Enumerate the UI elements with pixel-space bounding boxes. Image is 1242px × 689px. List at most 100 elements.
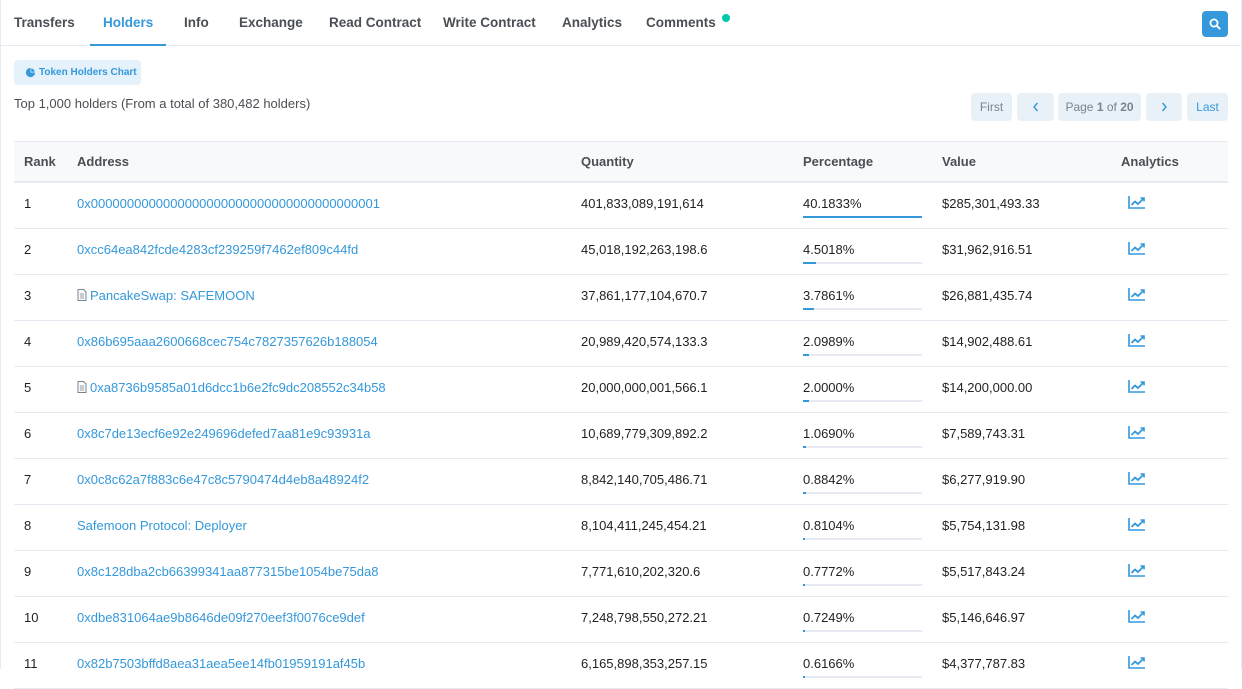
quantity-cell: 45,018,192,263,198.6 bbox=[581, 242, 708, 257]
address-link[interactable]: 0x86b695aaa2600668cec754c7827357626b1880… bbox=[77, 321, 378, 367]
address-link[interactable]: 0x8c128dba2cb66399341aa877315be1054be75d… bbox=[77, 551, 378, 597]
percentage-bar bbox=[803, 446, 922, 448]
tab-holders[interactable]: Holders bbox=[103, 0, 153, 46]
percentage-cell: 1.0690% bbox=[803, 426, 855, 441]
value-cell: $285,301,493.33 bbox=[942, 196, 1040, 211]
search-icon bbox=[1209, 18, 1221, 30]
percentage-bar-fill bbox=[803, 538, 805, 540]
trend-chart-icon[interactable] bbox=[1128, 333, 1146, 347]
trend-chart-icon[interactable] bbox=[1128, 195, 1146, 209]
trend-chart-icon[interactable] bbox=[1128, 241, 1146, 255]
percentage-cell: 40.1833% bbox=[803, 196, 862, 211]
header-rank[interactable]: Rank bbox=[24, 142, 56, 182]
pagination-next[interactable] bbox=[1146, 93, 1182, 121]
percentage-cell: 0.8104% bbox=[803, 518, 855, 533]
address-link[interactable]: 0x82b7503bffd8aea31aea5ee14fb01959191af4… bbox=[77, 643, 365, 689]
address-link[interactable]: Safemoon Protocol: Deployer bbox=[77, 505, 247, 551]
tab-info[interactable]: Info bbox=[184, 0, 209, 46]
pagination-prev[interactable] bbox=[1017, 93, 1054, 121]
address-link[interactable]: 0x00000000000000000000000000000000000000… bbox=[77, 183, 380, 229]
percentage-cell: 0.8842% bbox=[803, 472, 855, 487]
page-frame: Transfers Holders Info Exchange Read Con… bbox=[0, 0, 1242, 689]
rank-cell: 1 bbox=[24, 196, 32, 211]
percentage-bar bbox=[803, 354, 922, 356]
address-text: 0x00000000000000000000000000000000000000… bbox=[77, 196, 380, 211]
quantity-cell: 401,833,089,191,614 bbox=[581, 196, 704, 211]
token-holders-chart-button[interactable]: Token Holders Chart bbox=[14, 60, 141, 85]
table-row: 5 0xa8736b9585a01d6dcc1b6e2fc9dc208552c34… bbox=[14, 367, 1228, 413]
address-text: 0xcc64ea842fcde4283cf239259f7462ef809c44… bbox=[77, 242, 359, 257]
address-link[interactable]: 0x8c7de13ecf6e92e249696defed7aa81e9c9393… bbox=[77, 413, 371, 459]
address-text: PancakeSwap: SAFEMOON bbox=[90, 288, 255, 303]
header-address[interactable]: Address bbox=[77, 142, 129, 182]
percentage-cell: 2.0000% bbox=[803, 380, 855, 395]
address-link[interactable]: 0xdbe831064ae9b8646de09f270eef3f0076ce9d… bbox=[77, 597, 365, 643]
pagination-last[interactable]: Last bbox=[1187, 93, 1228, 121]
address-link[interactable]: 0xa8736b9585a01d6dcc1b6e2fc9dc208552c34b… bbox=[77, 367, 386, 413]
table-row: 4 0x86b695aaa2600668cec754c7827357626b188… bbox=[14, 321, 1228, 367]
table-header: Rank Address Quantity Percentage Value A… bbox=[14, 141, 1228, 183]
pagination-first[interactable]: First bbox=[971, 93, 1012, 121]
value-cell: $6,277,919.90 bbox=[942, 472, 1026, 487]
trend-chart-icon[interactable] bbox=[1128, 655, 1146, 669]
table-row: 6 0x8c7de13ecf6e92e249696defed7aa81e9c939… bbox=[14, 413, 1228, 459]
rank-cell: 7 bbox=[24, 472, 32, 487]
page-total: 20 bbox=[1120, 100, 1134, 114]
quantity-cell: 20,000,000,001,566.1 bbox=[581, 380, 708, 395]
address-link[interactable]: 0x0c8c62a7f883c6e47c8c5790474d4eb8a48924… bbox=[77, 459, 369, 505]
header-analytics: Analytics bbox=[1121, 154, 1179, 169]
rank-cell: 8 bbox=[24, 518, 32, 533]
header-percentage[interactable]: Percentage bbox=[803, 142, 873, 182]
tab-comments[interactable]: Comments bbox=[646, 0, 716, 46]
tab-write-contract[interactable]: Write Contract bbox=[443, 0, 536, 46]
address-text: 0x86b695aaa2600668cec754c7827357626b1880… bbox=[77, 334, 378, 349]
percentage-bar-fill bbox=[803, 262, 816, 264]
address-link[interactable]: PancakeSwap: SAFEMOON bbox=[77, 275, 255, 321]
percentage-bar bbox=[803, 262, 922, 264]
percentage-cell: 0.6166% bbox=[803, 656, 855, 671]
value-cell: $14,200,000.00 bbox=[942, 380, 1033, 395]
trend-chart-icon[interactable] bbox=[1128, 471, 1146, 485]
value-cell: $7,589,743.31 bbox=[942, 426, 1026, 441]
value-cell: $31,962,916.51 bbox=[942, 242, 1033, 257]
value-cell: $5,146,646.97 bbox=[942, 610, 1026, 625]
rank-cell: 10 bbox=[24, 610, 39, 625]
percentage-cell: 0.7772% bbox=[803, 564, 855, 579]
percentage-bar-fill bbox=[803, 676, 805, 678]
pagination-page-indicator: Page 1 of 20 bbox=[1058, 93, 1141, 121]
tab-exchange[interactable]: Exchange bbox=[239, 0, 303, 46]
table-row: 3 PancakeSwap: SAFEMOON 37,861,177,104,670… bbox=[14, 275, 1228, 321]
quantity-cell: 37,861,177,104,670.7 bbox=[581, 288, 708, 303]
trend-chart-icon[interactable] bbox=[1128, 287, 1146, 301]
trend-chart-icon[interactable] bbox=[1128, 425, 1146, 439]
table-row: 10 0xdbe831064ae9b8646de09f270eef3f0076ce… bbox=[14, 597, 1228, 643]
tab-bar: Transfers Holders Info Exchange Read Con… bbox=[1, 0, 1242, 46]
address-link[interactable]: 0xcc64ea842fcde4283cf239259f7462ef809c44… bbox=[77, 229, 358, 275]
quantity-cell: 8,842,140,705,486.71 bbox=[581, 472, 708, 487]
percentage-bar-fill bbox=[803, 492, 806, 494]
address-text: 0xa8736b9585a01d6dcc1b6e2fc9dc208552c34b… bbox=[90, 380, 386, 395]
tab-read-contract[interactable]: Read Contract bbox=[329, 0, 421, 46]
percentage-bar-fill bbox=[803, 216, 922, 218]
quantity-cell: 10,689,779,309,892.2 bbox=[581, 426, 708, 441]
header-value[interactable]: Value bbox=[942, 142, 976, 182]
percentage-bar-fill bbox=[803, 308, 814, 310]
table-row: 1 0x0000000000000000000000000000000000000… bbox=[14, 183, 1228, 229]
tab-analytics[interactable]: Analytics bbox=[562, 0, 622, 46]
value-cell: $5,754,131.98 bbox=[942, 518, 1026, 533]
percentage-cell: 0.7249% bbox=[803, 610, 855, 625]
trend-chart-icon[interactable] bbox=[1128, 517, 1146, 531]
trend-chart-icon[interactable] bbox=[1128, 563, 1146, 577]
trend-chart-icon[interactable] bbox=[1128, 609, 1146, 623]
percentage-bar-fill bbox=[803, 630, 805, 632]
search-button[interactable] bbox=[1202, 11, 1228, 37]
quantity-cell: 20,989,420,574,133.3 bbox=[581, 334, 708, 349]
holders-summary: Top 1,000 holders (From a total of 380,4… bbox=[14, 96, 311, 111]
value-cell: $4,377,787.83 bbox=[942, 656, 1026, 671]
header-quantity[interactable]: Quantity bbox=[581, 142, 634, 182]
address-text: Safemoon Protocol: Deployer bbox=[77, 518, 247, 533]
trend-chart-icon[interactable] bbox=[1128, 379, 1146, 393]
tab-transfers[interactable]: Transfers bbox=[14, 0, 75, 46]
percentage-bar bbox=[803, 216, 922, 218]
chevron-left-icon bbox=[1032, 102, 1038, 112]
